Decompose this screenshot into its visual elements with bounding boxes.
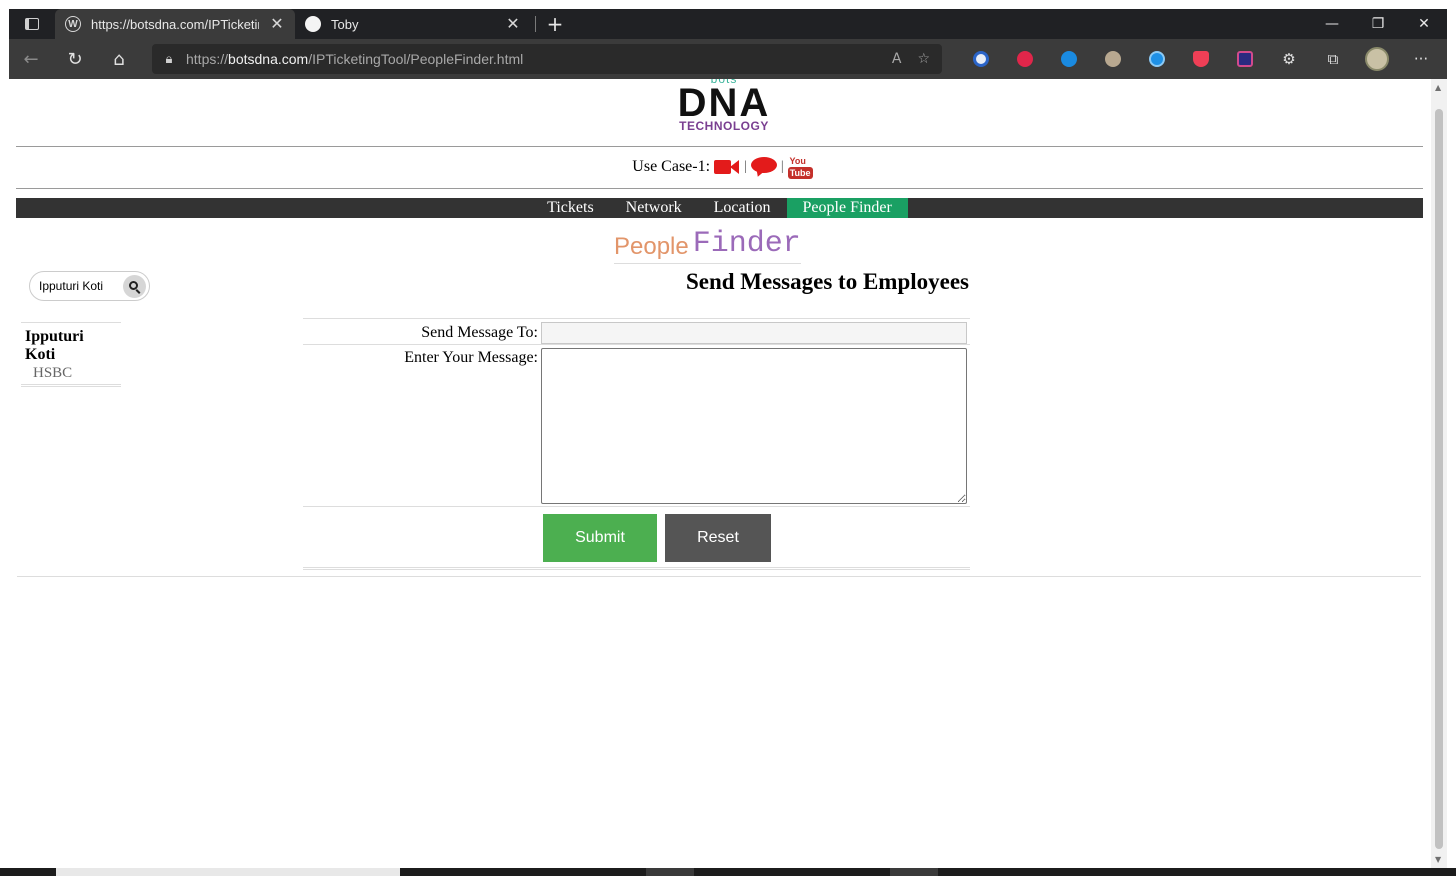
heading-people: People xyxy=(614,233,689,260)
chat-bubble-icon[interactable] xyxy=(750,157,777,179)
youtube-icon[interactable]: You Tube xyxy=(787,155,813,179)
recipient-label: Send Message To: xyxy=(421,324,538,341)
heading-finder: Finder xyxy=(692,227,801,261)
lock-icon[interactable]: 🔒︎ xyxy=(152,52,186,67)
tab-actions-icon xyxy=(25,18,39,30)
extension-cloud-icon[interactable] xyxy=(1047,39,1091,79)
logo-technology-text: TECHNOLOGY xyxy=(679,119,769,133)
tab-toby[interactable]: Toby ✕ xyxy=(295,9,531,39)
vertical-scrollbar[interactable]: ▲ ▼ xyxy=(1431,79,1447,868)
submit-button[interactable]: Submit xyxy=(543,514,657,562)
search-result-item[interactable]: Ipputuri Koti HSBC xyxy=(21,322,121,387)
reset-button[interactable]: Reset xyxy=(665,514,771,562)
url-host: botsdna.com xyxy=(228,51,309,67)
form-footer-divider xyxy=(303,567,970,573)
refresh-button[interactable]: ↻ xyxy=(53,39,97,79)
extension-blue-icon[interactable] xyxy=(959,39,1003,79)
message-label: Enter Your Message: xyxy=(404,349,538,366)
video-camera-icon[interactable] xyxy=(714,159,740,175)
page-title: Send Messages to Employees xyxy=(685,269,969,294)
close-tab-icon[interactable]: ✕ xyxy=(505,14,521,34)
main-nav: Tickets Network Location People Finder xyxy=(16,198,1423,218)
page-viewport: bots DNA TECHNOLOGY Use Case-1: | | You … xyxy=(9,79,1431,868)
back-button[interactable]: ← xyxy=(9,39,53,79)
new-tab-button[interactable]: + xyxy=(540,9,570,39)
address-bar[interactable]: 🔒︎ https://botsdna.com/IPTicketingTool/P… xyxy=(152,44,942,74)
content-divider xyxy=(17,576,1421,577)
window-controls: — ❐ ✕ xyxy=(1309,9,1447,39)
nav-network[interactable]: Network xyxy=(610,198,698,218)
puzzle-icon[interactable]: ⚙ xyxy=(1267,39,1311,79)
taskbar-app[interactable] xyxy=(890,868,938,876)
minimize-button[interactable]: — xyxy=(1309,9,1355,39)
message-textarea[interactable] xyxy=(541,348,967,504)
botsdna-logo[interactable]: bots DNA TECHNOLOGY xyxy=(669,79,779,139)
extension-circle-icon[interactable] xyxy=(1135,39,1179,79)
logo-dna-text: DNA xyxy=(677,85,771,119)
nav-people-finder[interactable]: People Finder xyxy=(786,198,908,218)
close-tab-icon[interactable]: ✕ xyxy=(269,14,285,34)
read-aloud-icon[interactable]: A xyxy=(892,51,902,67)
tab-actions-button[interactable] xyxy=(9,9,55,39)
favorite-star-icon[interactable]: ☆ xyxy=(917,51,930,67)
more-icon[interactable]: ··· xyxy=(1399,39,1443,79)
toby-icon xyxy=(305,16,321,32)
usecase-bar: Use Case-1: | | You Tube xyxy=(9,155,1431,179)
tab-bar: W https://botsdna.com/IPTicketing ✕ Toby… xyxy=(9,9,1447,39)
extension-owl-icon[interactable] xyxy=(1091,39,1135,79)
result-company: HSBC xyxy=(33,365,73,381)
button-row: Submit Reset xyxy=(303,506,970,567)
scroll-up-icon[interactable]: ▲ xyxy=(1435,83,1441,92)
nav-tickets[interactable]: Tickets xyxy=(531,198,610,218)
recipient-field[interactable] xyxy=(541,322,967,344)
extensions-bar: ⚙ ⧉ ··· xyxy=(959,39,1443,79)
collections-icon[interactable]: ⧉ xyxy=(1311,39,1355,79)
url-scheme: https:// xyxy=(186,51,229,67)
tab-title: https://botsdna.com/IPTicketing xyxy=(91,16,259,32)
extension-grid-icon[interactable] xyxy=(1223,39,1267,79)
tab-title: Toby xyxy=(331,16,359,32)
message-row: Enter Your Message: xyxy=(303,344,970,506)
recipient-row: Send Message To: xyxy=(303,318,970,344)
youtube-you-text: You xyxy=(789,156,806,166)
taskbar xyxy=(0,868,1456,876)
search-input[interactable] xyxy=(39,279,119,293)
search-icon xyxy=(129,281,138,290)
scroll-down-icon[interactable]: ▼ xyxy=(1435,855,1441,864)
result-name: Ipputuri Koti xyxy=(25,328,84,363)
url-path: /IPTicketingTool/PeopleFinder.html xyxy=(308,51,524,67)
home-button[interactable]: ⌂ xyxy=(97,39,141,79)
wordpress-icon: W xyxy=(65,16,81,32)
message-form: Send Message To: Enter Your Message: Sub… xyxy=(303,318,970,573)
pocket-icon[interactable] xyxy=(1179,39,1223,79)
search-button[interactable] xyxy=(123,275,146,298)
youtube-tube-text: Tube xyxy=(787,167,813,179)
scrollbar-thumb[interactable] xyxy=(1435,109,1443,849)
people-finder-heading: People Finder xyxy=(614,224,801,264)
taskbar-search[interactable] xyxy=(56,868,400,876)
restore-button[interactable]: ❐ xyxy=(1355,9,1401,39)
nav-location[interactable]: Location xyxy=(698,198,787,218)
separator: | xyxy=(780,159,784,174)
close-window-button[interactable]: ✕ xyxy=(1401,9,1447,39)
browser-toolbar: ← ↻ ⌂ 🔒︎ https://botsdna.com/IPTicketing… xyxy=(9,39,1447,79)
usecase-divider xyxy=(16,188,1423,189)
header-divider xyxy=(16,146,1423,147)
separator: | xyxy=(744,159,747,174)
people-search xyxy=(29,271,150,301)
window-frame xyxy=(0,0,9,876)
tab-ipticketing[interactable]: W https://botsdna.com/IPTicketing ✕ xyxy=(55,9,295,39)
profile-avatar[interactable] xyxy=(1355,39,1399,79)
tab-separator xyxy=(535,16,536,32)
extension-red-icon[interactable] xyxy=(1003,39,1047,79)
taskbar-app[interactable] xyxy=(646,868,694,876)
usecase-label: Use Case-1: xyxy=(632,158,711,175)
